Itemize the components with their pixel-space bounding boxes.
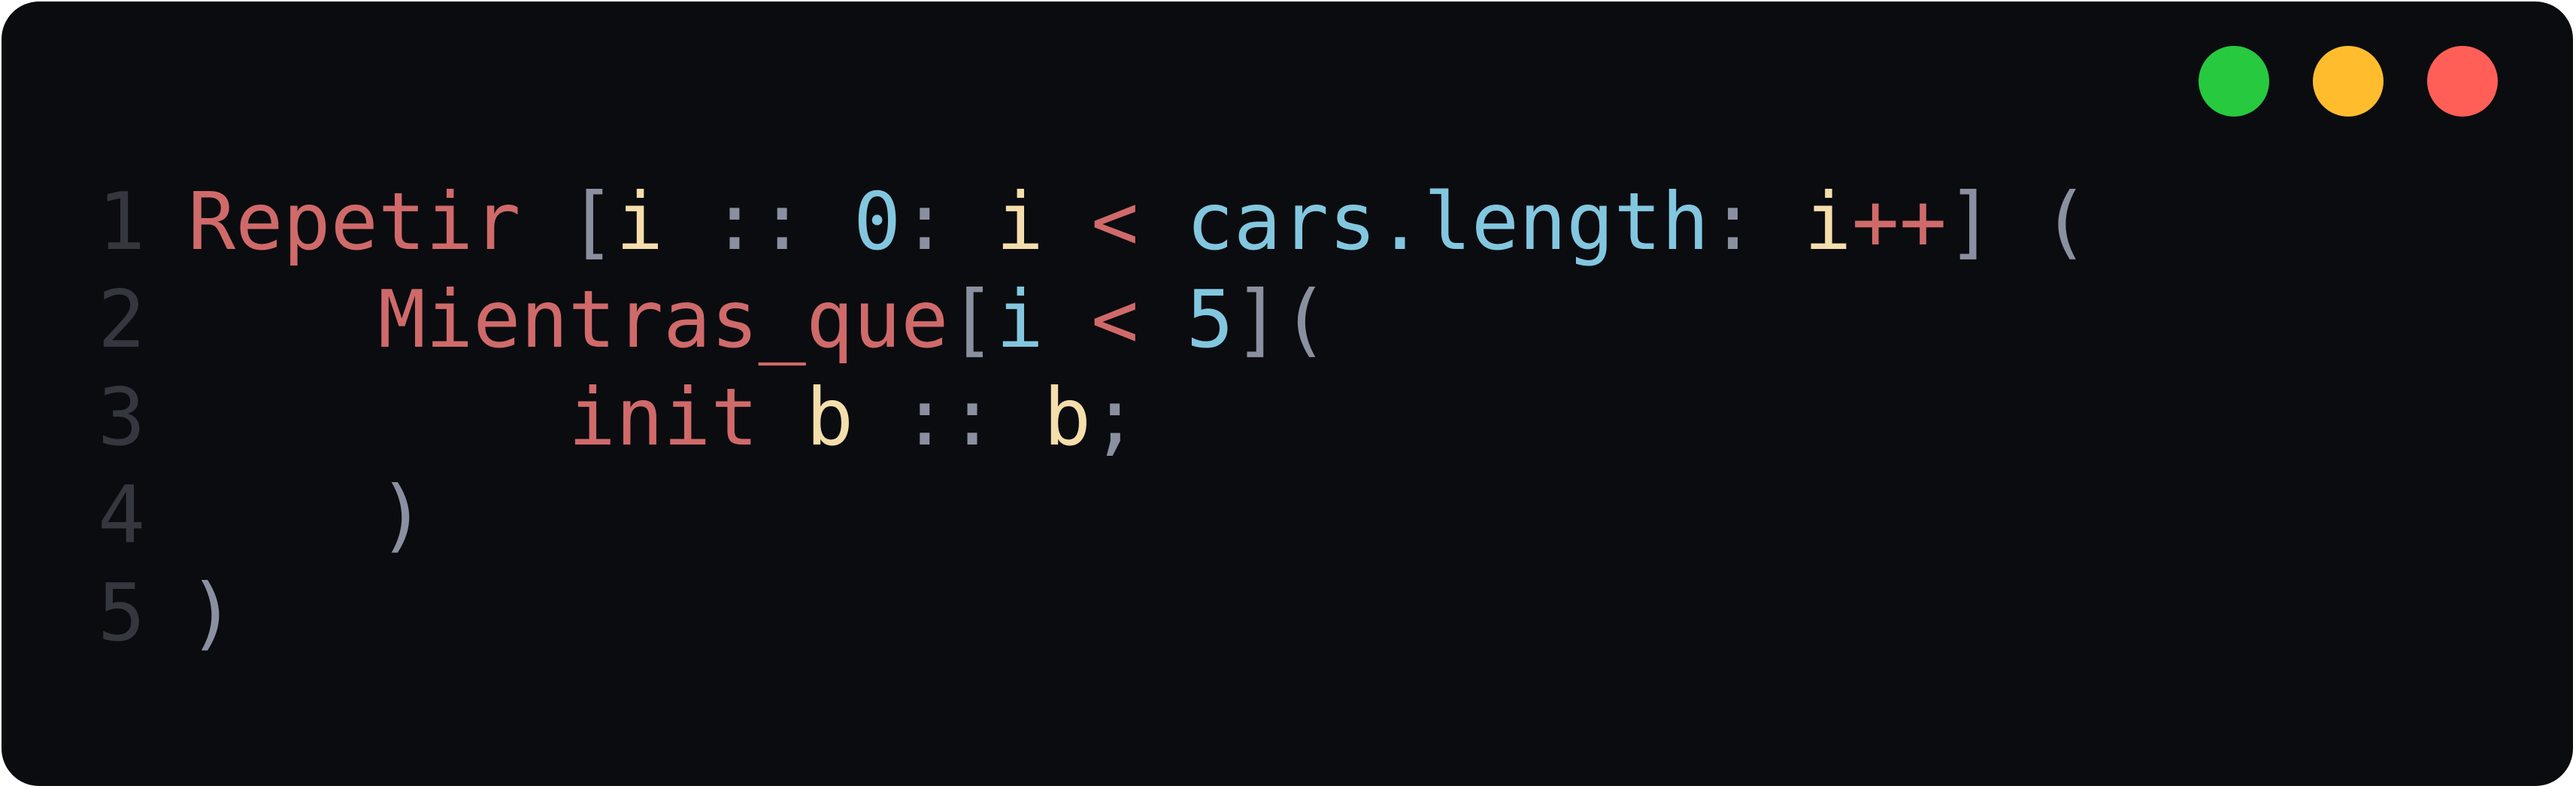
- code-token-punct: ](: [1233, 274, 1329, 366]
- code-token-property: cars.length: [1186, 176, 1709, 268]
- close-button[interactable]: [2427, 46, 2498, 117]
- code-token-punct: :: [1708, 176, 1805, 268]
- minimize-button[interactable]: [2313, 46, 2384, 117]
- code-token-punct: ): [188, 469, 426, 561]
- code-token-keyword: ++: [1851, 176, 1947, 268]
- code-token-keyword: <: [1091, 274, 1139, 366]
- code-token-property: i: [996, 274, 1044, 366]
- code-token-punct: [188, 274, 378, 366]
- code-token-punct: [521, 176, 568, 268]
- code-token-punct: [1138, 274, 1186, 366]
- line-number: 2: [98, 274, 146, 366]
- code-token-variable: i: [1804, 176, 1852, 268]
- code-window: 1 Repetir [i :: 0: i < cars.length: i++] …: [2, 2, 2573, 786]
- code-token-variable: i: [615, 176, 664, 268]
- code-line: 5): [98, 564, 2090, 662]
- code-token-keyword: Mientras_que: [377, 274, 949, 366]
- line-number: 3: [98, 372, 146, 463]
- line-content: ): [188, 564, 235, 662]
- code-token-punct: ] (: [1947, 176, 2090, 268]
- code-token-keyword: <: [1091, 176, 1139, 268]
- code-line: 2 Mientras_que[i < 5](: [98, 271, 2090, 369]
- code-token-punct: :: [901, 176, 996, 268]
- code-token-variable: b: [1043, 372, 1092, 463]
- maximize-button[interactable]: [2199, 46, 2269, 117]
- line-content: ): [188, 466, 426, 564]
- code-token-punct: [188, 372, 568, 463]
- code-token-punct: [1044, 176, 1091, 268]
- code-line: 3 init b :: b;: [98, 369, 2090, 466]
- line-content: init b :: b;: [188, 369, 1139, 466]
- code-line: 1 Repetir [i :: 0: i < cars.length: i++] …: [98, 173, 2090, 271]
- code-token-number: 0: [853, 176, 902, 268]
- line-number: 5: [98, 567, 146, 659]
- code-line: 4 ): [98, 466, 2090, 564]
- code-token-number: 5: [1186, 274, 1234, 366]
- code-token-punct: [1138, 176, 1186, 268]
- code-token-variable: b: [805, 372, 854, 463]
- line-content: Repetir [i :: 0: i < cars.length: i++] (: [188, 173, 2090, 271]
- code-token-punct: ;: [1091, 372, 1139, 463]
- window-controls: [2199, 46, 2498, 117]
- line-number: 1: [98, 176, 146, 268]
- line-content: Mientras_que[i < 5](: [188, 271, 1329, 369]
- code-token-punct: [: [948, 274, 996, 366]
- code-token-punct: ::: [853, 372, 1044, 463]
- code-token-keyword: init: [568, 372, 759, 463]
- code-token-keyword: Repetir: [188, 176, 521, 268]
- code-token-punct: [759, 372, 806, 463]
- line-number: 4: [98, 469, 146, 561]
- code-editor[interactable]: 1 Repetir [i :: 0: i < cars.length: i++] …: [98, 173, 2090, 662]
- code-token-punct: ): [188, 567, 236, 659]
- code-token-variable: i: [996, 176, 1044, 268]
- code-token-punct: [1044, 274, 1091, 366]
- code-token-punct: ::: [663, 176, 854, 268]
- code-token-punct: [: [568, 176, 616, 268]
